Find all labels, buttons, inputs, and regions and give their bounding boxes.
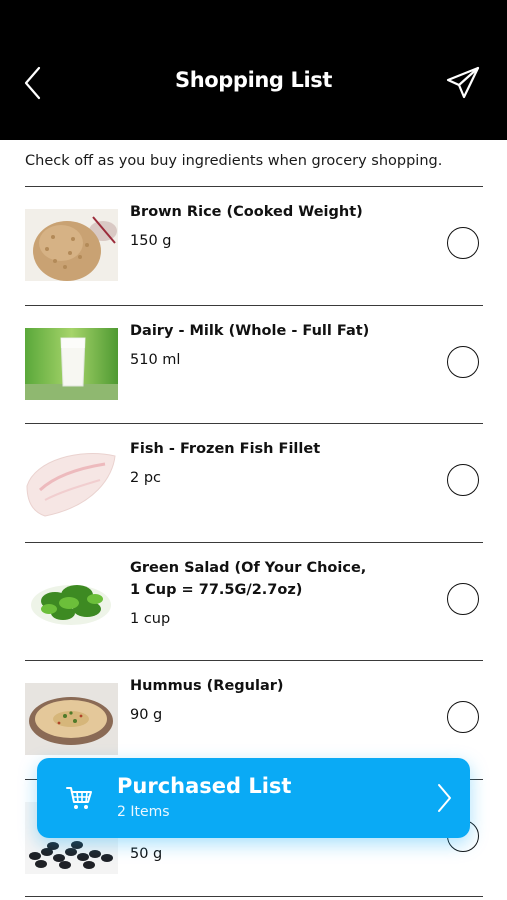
list-item: Fish - Frozen Fish Fillet 2 pc [25,423,483,542]
milk-image [25,327,118,400]
instructions-text: Check off as you buy ingredients when gr… [25,153,443,169]
hummus-image [25,683,118,755]
page-title: Shopping List [175,68,332,92]
brown-rice-image [25,209,118,281]
purchase-checkbox[interactable] [447,701,479,733]
item-quantity: 510 ml [130,351,181,368]
shopping-cart-icon [65,784,93,812]
purchased-list-button[interactable]: Purchased List 2 Items [37,758,470,838]
list-item: Dairy - Milk (Whole - Full Fat) 510 ml [25,304,483,424]
list-item: Green Salad (Of Your Choice, 1 Cup = 77.… [25,541,483,661]
list-item: Brown Rice (Cooked Weight) 150 g [25,186,483,305]
item-name: Dairy - Milk (Whole - Full Fat) [130,322,370,339]
purchase-checkbox[interactable] [447,227,479,259]
item-name: Fish - Frozen Fish Fillet [130,441,321,457]
item-quantity: 90 g [130,707,163,723]
purchase-checkbox[interactable] [447,582,479,615]
item-quantity: 1 cup [130,610,171,627]
fish-fillet-image [25,446,118,518]
purchased-list-title: Purchased List [117,774,292,798]
item-quantity: 2 pc [130,470,162,486]
chevron-right-icon [435,782,453,814]
app-header: Shopping List [0,0,507,140]
share-button[interactable] [444,64,482,102]
purchase-checkbox[interactable] [447,464,479,496]
item-name: Brown Rice (Cooked Weight) [130,204,363,220]
purchase-checkbox[interactable] [447,345,479,378]
paper-plane-icon [446,66,480,99]
green-salad-image [25,564,118,637]
item-name: Green Salad (Of Your Choice, 1 Cup = 77.… [130,559,367,598]
item-quantity: 50 g [130,845,163,862]
item-quantity: 150 g [130,233,172,249]
purchased-list-count: 2 Items [117,804,170,820]
item-name: Hummus (Regular) [130,678,284,694]
